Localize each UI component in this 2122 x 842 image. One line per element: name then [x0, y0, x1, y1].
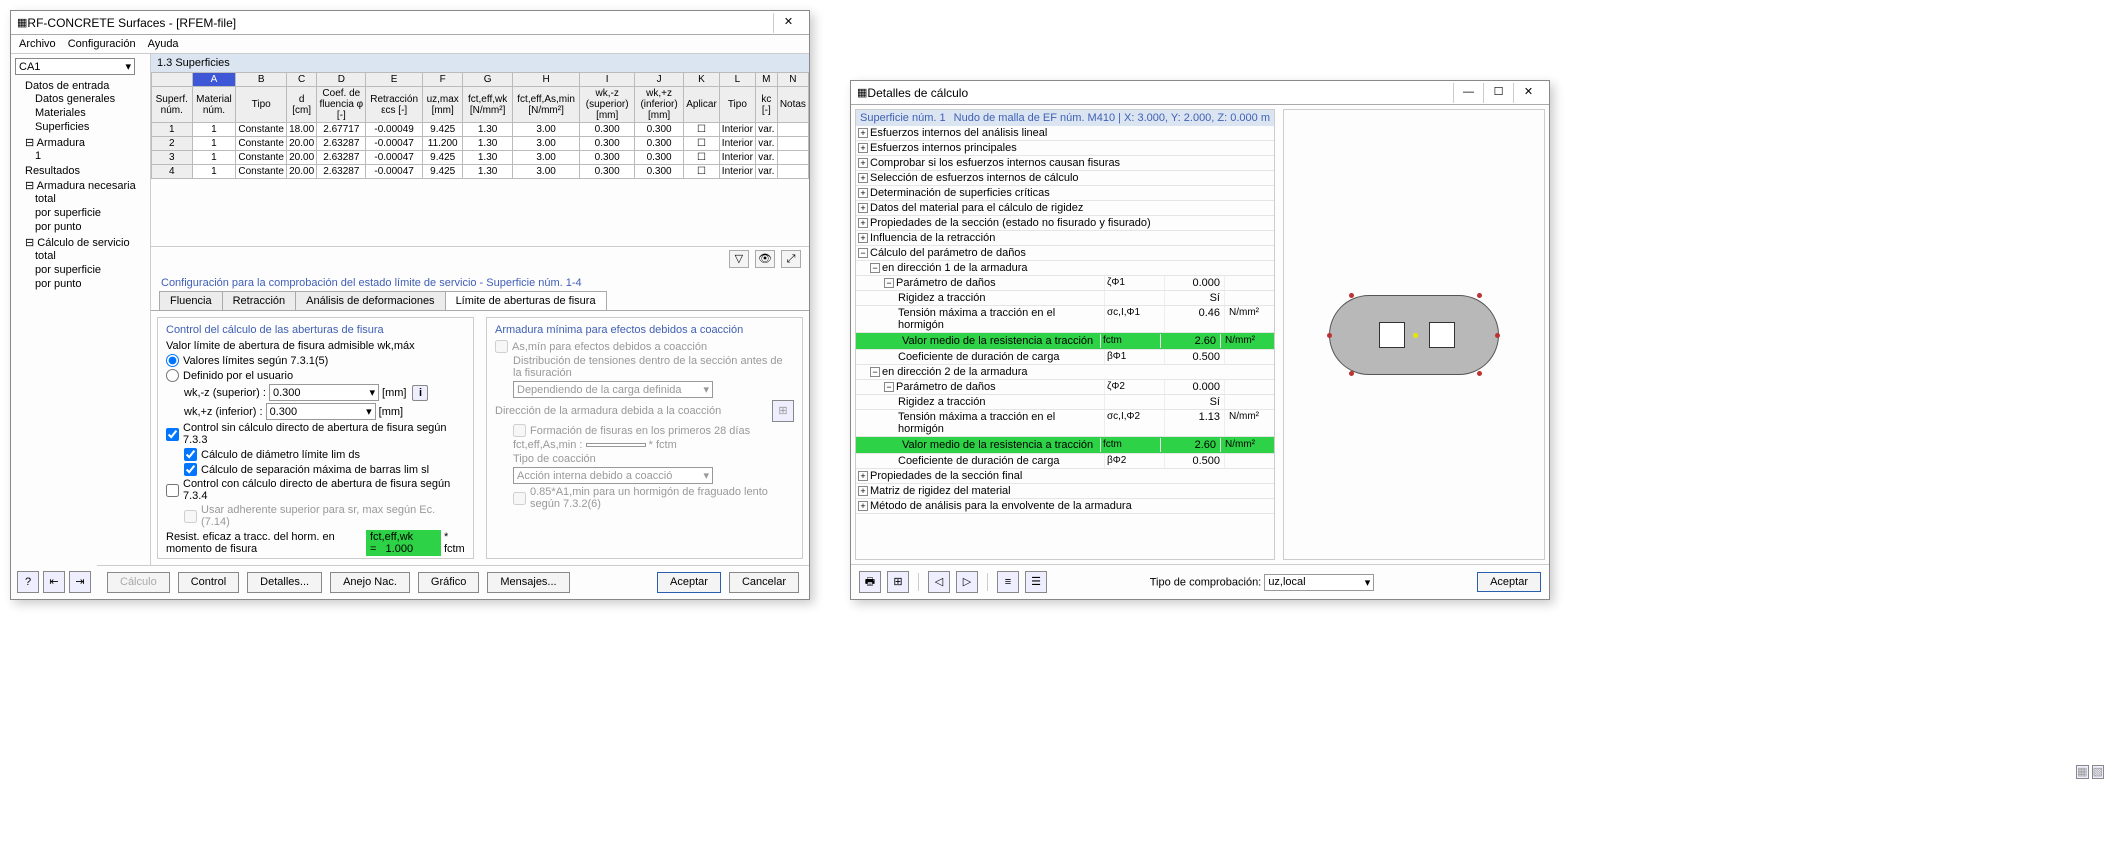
tree-an-punto[interactable]: por punto — [35, 221, 81, 233]
chevron-down-icon: ▾ — [366, 405, 372, 418]
tree-datos[interactable]: Datos de entrada — [25, 80, 109, 92]
cancel-button[interactable]: Cancelar — [729, 572, 799, 593]
tipo-label: Tipo de comprobación: — [1150, 576, 1262, 588]
chevron-down-icon: ▾ — [369, 386, 375, 399]
chk-control-con[interactable] — [166, 484, 179, 497]
nav-tree: CA1▾ Datos de entrada Datos generales Ma… — [11, 54, 151, 565]
tree-cs-punto[interactable]: por punto — [35, 278, 81, 290]
maximize-icon[interactable]: ☐ — [1483, 83, 1513, 103]
tab-retraccion[interactable]: Retracción — [222, 291, 297, 310]
info-icon[interactable]: i — [412, 385, 428, 401]
case-select[interactable]: CA1▾ — [15, 58, 135, 75]
asmin-input — [586, 443, 646, 447]
ok-button[interactable]: Aceptar — [657, 572, 721, 593]
tree-cs[interactable]: Cálculo de servicio — [37, 237, 129, 249]
chk-28 — [513, 424, 526, 437]
chevron-down-icon: ▾ — [1365, 576, 1371, 589]
tree-arm1[interactable]: 1 — [35, 150, 41, 162]
tipo-select: Acción interna debido a coacció▾ — [513, 467, 713, 484]
tab-fluencia[interactable]: Fluencia — [159, 291, 223, 310]
chk-085 — [513, 492, 526, 505]
ok-button[interactable]: Aceptar — [1477, 572, 1541, 592]
node-label: Nudo de malla de EF núm. M410 | X: 3.000… — [954, 112, 1270, 124]
collapse-icon[interactable]: ≡ — [997, 571, 1019, 593]
prev-icon[interactable]: ◁ — [928, 571, 950, 593]
eye-icon[interactable]: 👁 — [755, 250, 775, 268]
dir-icon[interactable]: ⊞ — [772, 400, 794, 422]
excel-icon[interactable]: ⊞ — [887, 571, 909, 593]
chevron-down-icon: ▾ — [125, 60, 131, 73]
chk-asmin[interactable] — [495, 340, 508, 353]
tree-materiales[interactable]: Materiales — [35, 107, 86, 119]
calc-button[interactable]: Cálculo — [107, 572, 170, 593]
tree-resultados[interactable]: Resultados — [25, 165, 80, 177]
surf-label: Superficie núm. 1 — [860, 112, 946, 124]
radio-valores-limites[interactable] — [166, 354, 179, 367]
chk-diametro[interactable] — [184, 448, 197, 461]
prev-icon[interactable]: ⇤ — [43, 571, 65, 593]
tabs: Fluencia Retracción Análisis de deformac… — [151, 291, 809, 311]
chk-control-sin[interactable] — [166, 428, 179, 441]
tree-cs-total[interactable]: total — [35, 250, 56, 262]
rf-concrete-window: ▦ RF-CONCRETE Surfaces - [RFEM-file] ✕ A… — [10, 10, 810, 600]
min-reinf-panel: Armadura mínima para efectos debidos a c… — [486, 317, 803, 559]
control-button[interactable]: Control — [178, 572, 239, 593]
fcteff-input[interactable]: 1.000 — [386, 543, 414, 555]
tree-an-total[interactable]: total — [35, 193, 56, 205]
details-button[interactable]: Detalles... — [247, 572, 322, 593]
window-title: RF-CONCRETE Surfaces - [RFEM-file] — [27, 16, 773, 30]
app-icon: ▦ — [857, 86, 867, 99]
anejo-button[interactable]: Anejo Nac. — [330, 572, 410, 593]
tree-generales[interactable]: Datos generales — [35, 93, 115, 105]
print-icon[interactable]: 🖶 — [859, 571, 881, 593]
next-icon[interactable]: ⇥ — [69, 571, 91, 593]
tree-armadura[interactable]: Armadura — [37, 137, 85, 149]
app-icon: ▦ — [17, 16, 27, 29]
calc-details-window: ▦ Detalles de cálculo — ☐ ✕ Superficie n… — [850, 80, 1550, 600]
radio-definido-usuario[interactable] — [166, 369, 179, 382]
surfaces-table[interactable]: ABCDEFGHIJKLMNSuperf. núm.Material núm.T… — [151, 72, 809, 179]
cross-section-shape — [1329, 295, 1499, 375]
wk-sup-input[interactable]: 0.300▾ — [269, 384, 379, 401]
titlebar[interactable]: ▦ Detalles de cálculo — ☐ ✕ — [851, 81, 1549, 105]
tab-limite[interactable]: Límite de aberturas de fisura — [445, 291, 607, 310]
menu-archivo[interactable]: Archivo — [19, 38, 56, 50]
details-tree[interactable]: Superficie núm. 1 Nudo de malla de EF núm… — [855, 109, 1275, 560]
filter-icon[interactable]: ▽ — [729, 250, 749, 268]
tree-cs-super[interactable]: por superficie — [35, 264, 101, 276]
wkmax-label: Valor límite de abertura de fisura admis… — [166, 340, 415, 352]
menubar: Archivo Configuración Ayuda — [11, 35, 809, 54]
tree-superficies[interactable]: Superficies — [35, 121, 89, 133]
chk-separacion[interactable] — [184, 463, 197, 476]
tree-an-super[interactable]: por superficie — [35, 207, 101, 219]
chk-adherente — [184, 510, 197, 523]
help-icon[interactable]: ? — [17, 571, 39, 593]
wk-inf-input[interactable]: 0.300▾ — [266, 403, 376, 420]
panel-title: Control del cálculo de las aberturas de … — [166, 324, 465, 336]
expand-icon[interactable]: ☰ — [1025, 571, 1047, 593]
minimize-icon[interactable]: — — [1453, 83, 1483, 103]
tree-an[interactable]: Armadura necesaria — [37, 180, 136, 192]
next-icon[interactable]: ▷ — [956, 571, 978, 593]
titlebar[interactable]: ▦ RF-CONCRETE Surfaces - [RFEM-file] ✕ — [11, 11, 809, 35]
menu-config[interactable]: Configuración — [68, 38, 136, 50]
menu-ayuda[interactable]: Ayuda — [148, 38, 179, 50]
section-title: 1.3 Superficies — [151, 54, 809, 72]
close-icon[interactable]: ✕ — [773, 13, 803, 33]
panel-title: Armadura mínima para efectos debidos a c… — [495, 324, 794, 336]
section-viewer[interactable] — [1283, 109, 1545, 560]
close-icon[interactable]: ✕ — [1513, 83, 1543, 103]
crack-control-panel: Control del cálculo de las aberturas de … — [157, 317, 474, 559]
window-title: Detalles de cálculo — [867, 86, 1453, 100]
tab-analisis[interactable]: Análisis de deformaciones — [295, 291, 445, 310]
mensajes-button[interactable]: Mensajes... — [487, 572, 569, 593]
config-subtitle: Configuración para la comprobación del e… — [151, 271, 809, 291]
tipo-select[interactable]: uz,local▾ — [1264, 574, 1374, 591]
grafico-button[interactable]: Gráfico — [418, 572, 479, 593]
expand-icon[interactable]: ⤢ — [781, 250, 801, 268]
dist-select: Dependiendo de la carga definida▾ — [513, 381, 713, 398]
